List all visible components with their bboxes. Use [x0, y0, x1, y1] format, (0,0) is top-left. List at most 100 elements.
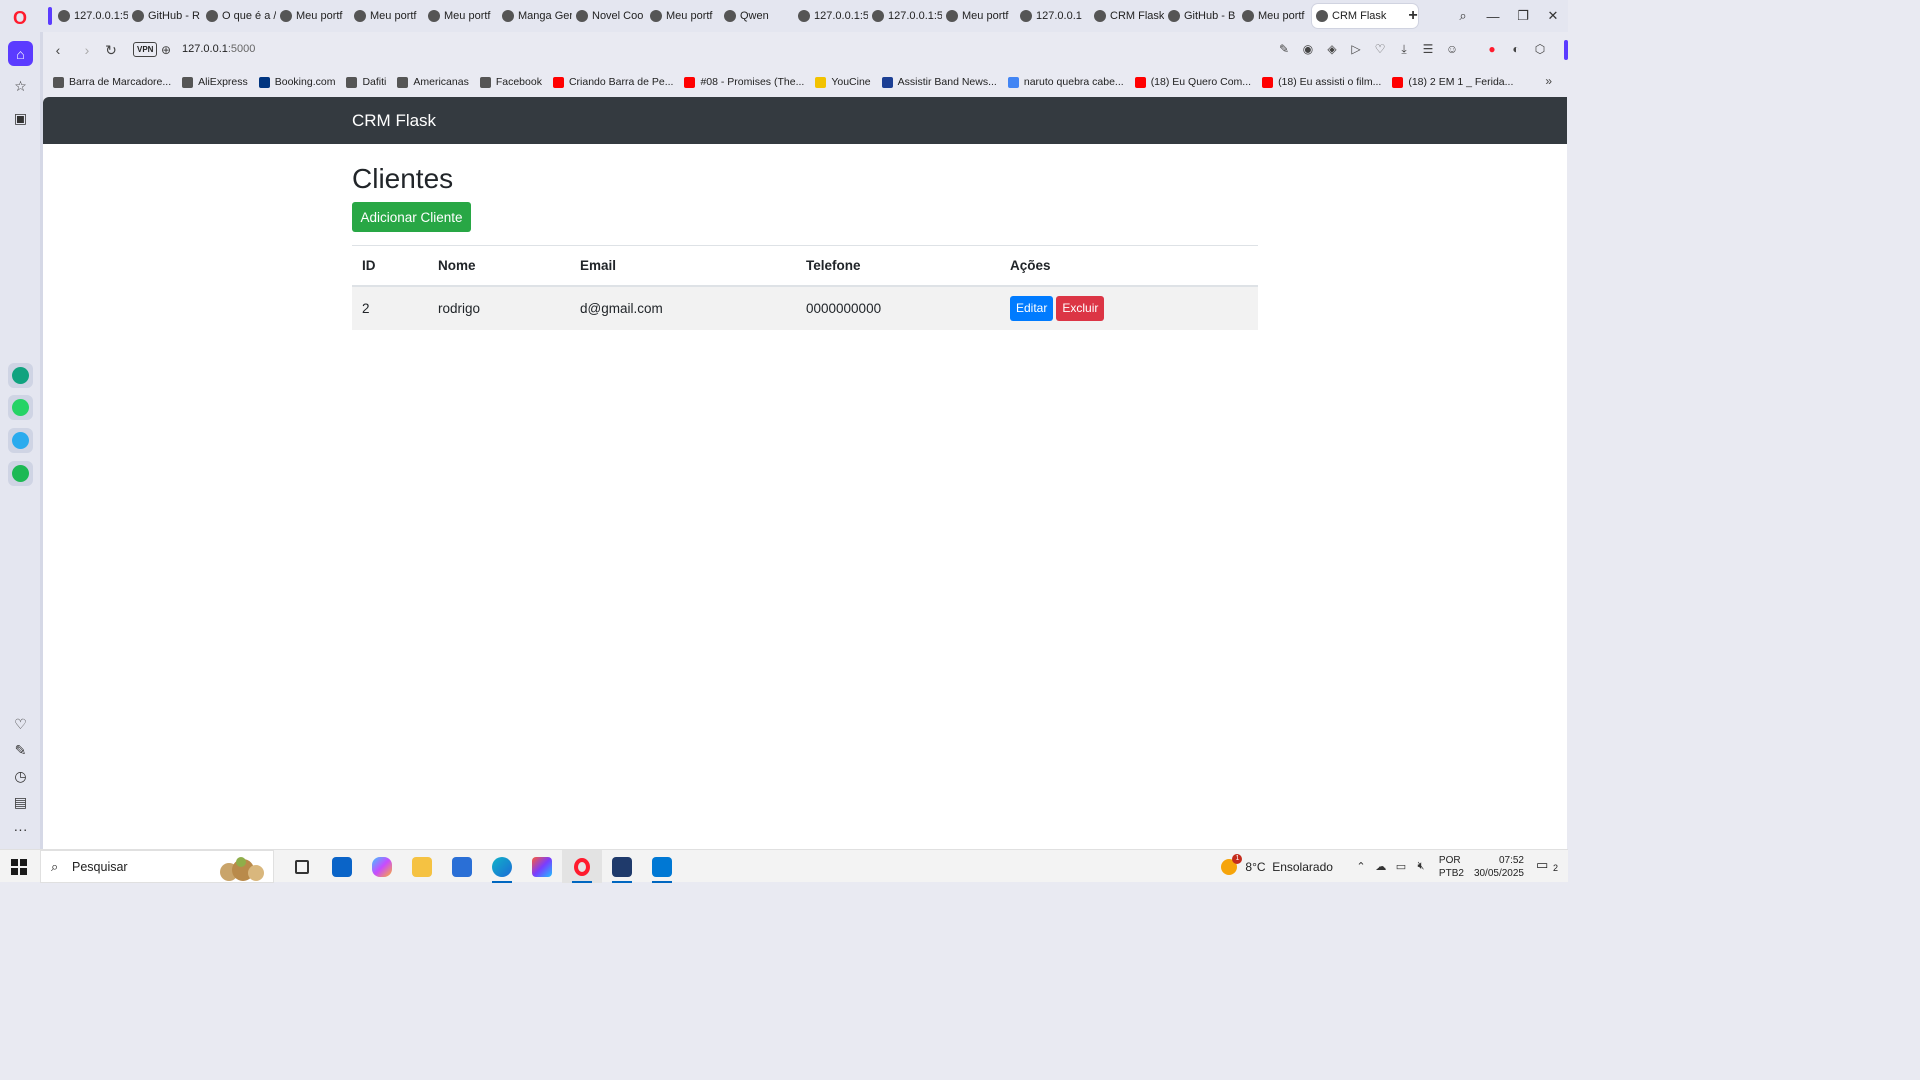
restore-icon[interactable]: ❐ — [1508, 0, 1538, 32]
bookmark-item[interactable]: #08 - Promises (The... — [684, 76, 804, 88]
task-view-icon[interactable] — [282, 850, 322, 883]
cell-nome: rodrigo — [428, 285, 570, 330]
heart-icon[interactable]: ♡ — [1372, 40, 1388, 58]
opera-taskbar-icon[interactable] — [562, 850, 602, 883]
add-client-button[interactable]: Adicionar Cliente — [352, 202, 471, 232]
cube-icon[interactable]: ⬡ — [1532, 40, 1548, 58]
bookmark-item[interactable]: Americanas — [397, 76, 469, 88]
history-icon[interactable]: ◷ — [8, 764, 33, 789]
chatgpt-icon[interactable] — [8, 363, 33, 388]
tab-item[interactable]: CRM Flask — [1312, 4, 1418, 28]
send-icon[interactable]: ▷ — [1348, 40, 1364, 58]
edge-icon[interactable] — [482, 850, 522, 883]
tab-item[interactable]: O que é a / — [202, 4, 276, 28]
notifications-icon[interactable]: ▭ 2 — [1536, 857, 1560, 877]
file-explorer-icon[interactable] — [402, 850, 442, 883]
tab-item[interactable]: CRM Flask — [1090, 4, 1164, 28]
bookmark-item[interactable]: Barra de Marcadore... — [53, 76, 171, 88]
tab-item[interactable]: 127.0.0.1:5 — [868, 4, 942, 28]
edit-icon[interactable]: ✎ — [8, 738, 33, 763]
navbar-brand[interactable]: CRM Flask — [352, 111, 436, 131]
new-tab-button[interactable]: + — [1404, 7, 1422, 25]
notepad-icon[interactable] — [602, 850, 642, 883]
microsoft-365-icon[interactable] — [522, 850, 562, 883]
tab-item[interactable]: Meu portf — [646, 4, 720, 28]
tab-item[interactable]: GitHub - B — [1164, 4, 1238, 28]
tab-item[interactable]: 127.0.0.1:5 — [794, 4, 868, 28]
speaker-muted-icon[interactable]: 🔇︎ — [1411, 860, 1431, 873]
tab-item[interactable]: 127.0.0.1:5( — [54, 4, 128, 28]
table-header-row: ID Nome Email Telefone Ações — [352, 245, 1258, 287]
bookmark-icon — [53, 76, 64, 88]
delete-button[interactable]: Excluir — [1056, 295, 1105, 321]
outlook-icon[interactable] — [322, 850, 362, 883]
tab-item[interactable]: Meu portf — [276, 4, 350, 28]
tab-item[interactable]: Meu portf — [424, 4, 498, 28]
bookmark-item[interactable]: (18) 2 EM 1 _ Ferida... — [1392, 76, 1513, 88]
tab-item[interactable]: Novel Coo — [572, 4, 646, 28]
menu-icon[interactable]: ☰ — [1420, 40, 1436, 58]
chevron-up-icon[interactable]: ⌃ — [1351, 860, 1371, 873]
reload-icon[interactable]: ↻ — [102, 41, 120, 59]
shield-icon[interactable]: ◈ — [1324, 40, 1340, 58]
tab-item[interactable]: Meu portf — [1238, 4, 1312, 28]
vscode-icon[interactable] — [642, 850, 682, 883]
spotify-icon[interactable] — [8, 461, 33, 486]
bookmark-item[interactable]: YouCine — [815, 76, 871, 88]
forward-icon[interactable]: › — [78, 41, 96, 59]
briefcase-icon[interactable]: ▣ — [8, 106, 33, 131]
bookmark-item[interactable]: naruto quebra cabe... — [1007, 76, 1124, 88]
url-input[interactable]: 127.0.0.1:5000 — [182, 43, 255, 55]
tab-item[interactable]: Qwen — [720, 4, 794, 28]
whatsapp-icon[interactable] — [8, 395, 33, 420]
edit-page-icon[interactable]: ✎ — [1276, 40, 1292, 58]
language-indicator[interactable]: POR PTB2 — [1439, 854, 1464, 880]
back-icon[interactable]: ‹ — [49, 41, 67, 59]
search-tabs-icon[interactable]: ⌕ — [1448, 0, 1478, 32]
address-bar: ‹ › ↻ VPN ⊕ 127.0.0.1:5000 ✎ ◉ ◈ ▷ ♡ ⤓ ☰… — [43, 32, 1568, 68]
weather-desc: Ensolarado — [1272, 859, 1333, 874]
telegram-icon[interactable] — [8, 428, 33, 453]
tab-item[interactable]: Meu portf — [942, 4, 1016, 28]
navbar: CRM Flask — [43, 97, 1567, 144]
store-icon[interactable] — [442, 850, 482, 883]
heart-icon[interactable]: ♡ — [8, 712, 33, 737]
bookmark-item[interactable]: Assistir Band News... — [881, 76, 997, 88]
onedrive-icon[interactable]: ☁ — [1371, 860, 1391, 873]
bookmarks-more-icon[interactable]: » — [1545, 74, 1552, 88]
tab-item[interactable]: GitHub - R — [128, 4, 202, 28]
bookmark-item[interactable]: Booking.com — [258, 76, 335, 88]
windows-start-icon[interactable] — [11, 859, 27, 875]
weather-widget[interactable]: 1 8°C Ensolarado — [1221, 853, 1333, 875]
more-icon[interactable]: ··· — [8, 816, 33, 841]
extensions-icon[interactable]: ▤ — [8, 790, 33, 815]
bookmark-item[interactable]: Dafiti — [346, 76, 386, 88]
bookmark-item[interactable]: AliExpress — [182, 76, 248, 88]
tab-item[interactable]: Meu portf — [350, 4, 424, 28]
minimize-icon[interactable]: — — [1478, 0, 1508, 32]
opera-ai-icon[interactable]: ● — [1484, 40, 1500, 58]
copilot-icon[interactable] — [362, 850, 402, 883]
close-icon[interactable]: ✕ — [1538, 0, 1568, 32]
network-icon[interactable]: ▭ — [1391, 860, 1411, 873]
site-info-icon[interactable]: ⊕ — [161, 43, 171, 57]
star-icon[interactable]: ☆ — [8, 74, 33, 99]
tab-label: Meu portf — [370, 10, 417, 22]
vpn-badge[interactable]: VPN — [133, 42, 158, 57]
bookmark-item[interactable]: (18) Eu Quero Com... — [1134, 76, 1251, 88]
bookmark-item[interactable]: Facebook — [479, 76, 542, 88]
tab-item[interactable]: 127.0.0.1 — [1016, 4, 1090, 28]
clock[interactable]: 07:52 30/05/2025 — [1474, 854, 1524, 880]
download-icon[interactable]: ⤓ — [1396, 40, 1412, 58]
aria-icon[interactable]: ◐ — [1508, 40, 1524, 58]
opera-logo-icon[interactable]: O — [10, 8, 30, 28]
home-icon[interactable]: ⌂ — [8, 41, 33, 66]
edit-button[interactable]: Editar — [1010, 295, 1054, 321]
camera-icon[interactable]: ◉ — [1300, 40, 1316, 58]
profile-icon[interactable]: ☺ — [1444, 40, 1460, 58]
bookmark-item[interactable]: (18) Eu assisti o film... — [1262, 76, 1381, 88]
taskbar-search[interactable]: ⌕ Pesquisar — [40, 850, 274, 883]
sun-icon: 1 — [1221, 853, 1243, 875]
bookmark-item[interactable]: Criando Barra de Pe... — [552, 76, 673, 88]
tab-item[interactable]: Manga Ger — [498, 4, 572, 28]
